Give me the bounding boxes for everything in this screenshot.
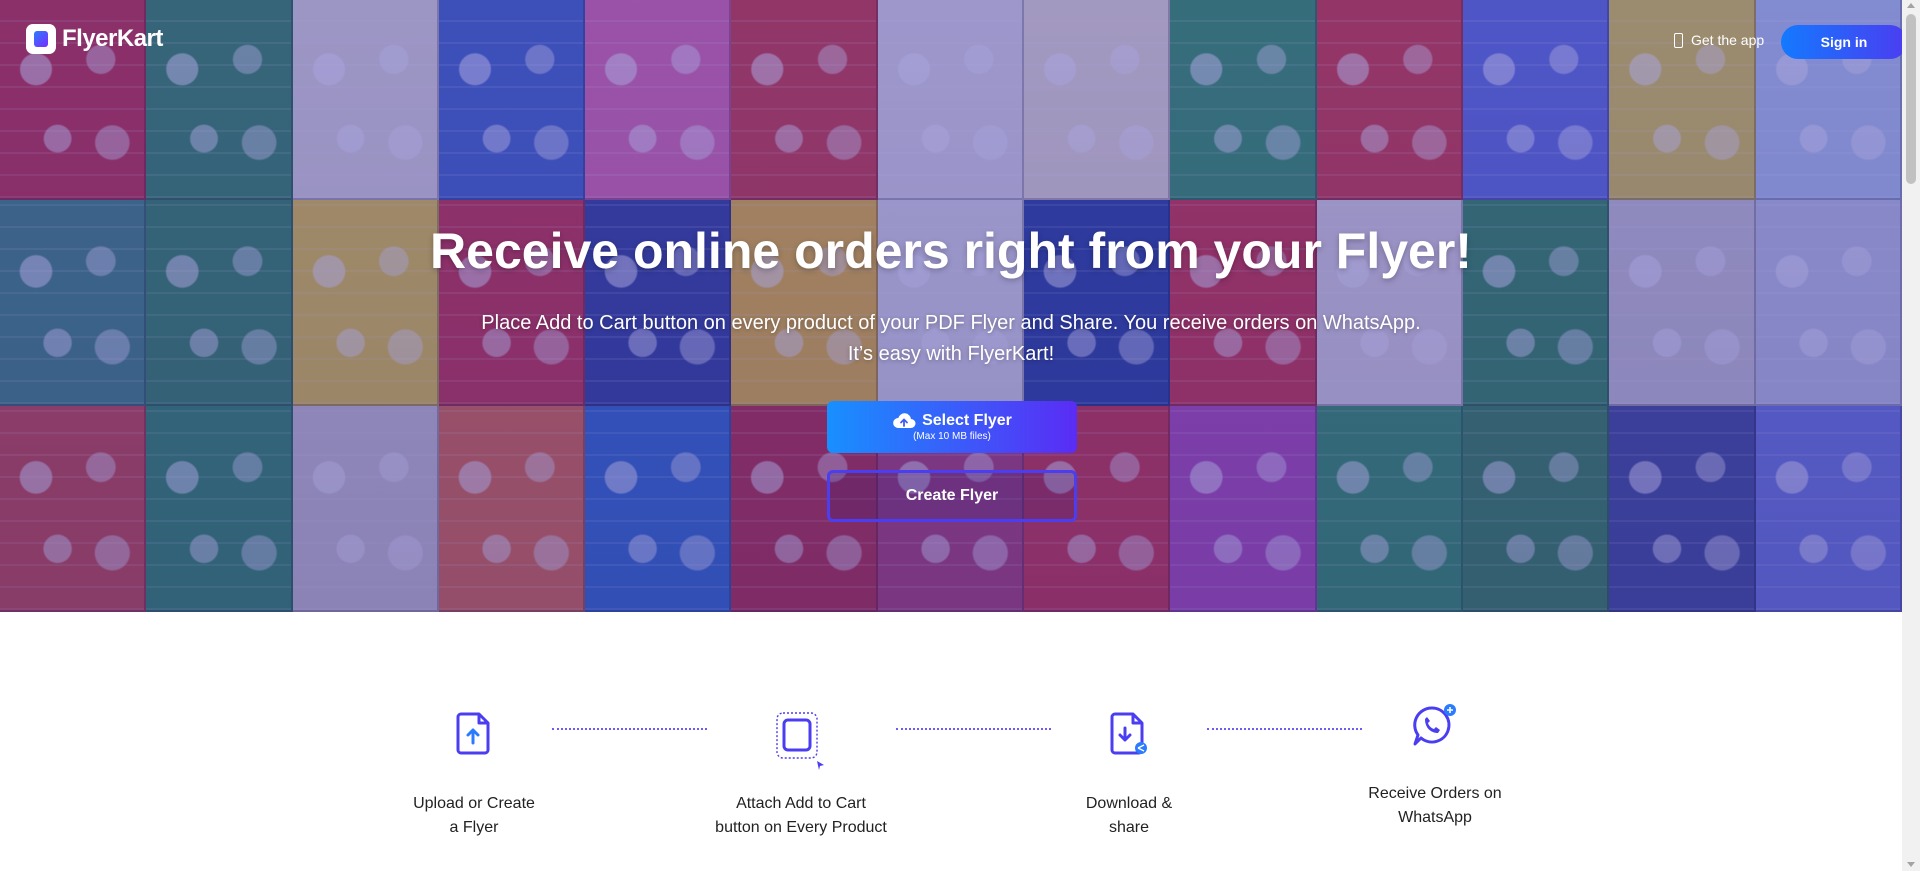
scroll-up-arrow-icon[interactable] bbox=[1907, 3, 1915, 8]
step-1-line2: a Flyer bbox=[449, 819, 499, 836]
hero-subtitle-line1: Place Add to Cart button on every produc… bbox=[481, 312, 1421, 334]
upload-file-icon bbox=[456, 712, 490, 755]
whatsapp-icon bbox=[1413, 704, 1456, 746]
step-3-line1: Download & bbox=[1085, 795, 1173, 812]
step-connector-1 bbox=[552, 728, 707, 730]
brand-logo[interactable]: FlyerKart bbox=[26, 24, 163, 54]
select-flyer-row: Select Flyer bbox=[892, 412, 1012, 430]
logo-text: FlyerKart bbox=[62, 25, 163, 52]
download-share-icon bbox=[1110, 712, 1147, 755]
step-label-attach: Attach Add to Cart button on Every Produ… bbox=[681, 792, 921, 840]
phone-icon bbox=[1674, 32, 1683, 48]
select-cursor-icon bbox=[776, 712, 824, 770]
get-app-link[interactable]: Get the app bbox=[1674, 32, 1764, 48]
step-connector-3 bbox=[1207, 728, 1362, 730]
cloud-upload-icon bbox=[893, 413, 916, 428]
sign-in-button[interactable]: Sign in bbox=[1781, 25, 1902, 59]
create-flyer-button[interactable]: Create Flyer bbox=[827, 470, 1077, 522]
select-flyer-label: Select Flyer bbox=[922, 412, 1012, 429]
scroll-thumb[interactable] bbox=[1906, 14, 1916, 184]
page-scrollbar[interactable] bbox=[1902, 0, 1920, 871]
hero-subtitle-line2: It’s easy with FlyerKart! bbox=[847, 343, 1055, 365]
step-1-line1: Upload or Create bbox=[413, 795, 535, 812]
select-flyer-note: (Max 10 MB files) bbox=[913, 431, 991, 442]
scroll-down-arrow-icon[interactable] bbox=[1907, 862, 1915, 867]
step-2-line1: Attach Add to Cart bbox=[736, 795, 866, 812]
step-connector-2 bbox=[896, 728, 1051, 730]
step-label-upload: Upload or Create a Flyer bbox=[354, 792, 594, 840]
step-label-whatsapp: Receive Orders on WhatsApp bbox=[1315, 782, 1555, 830]
logo-bag-icon bbox=[26, 24, 56, 54]
step-4-line1: Receive Orders on bbox=[1368, 785, 1502, 802]
hero-title: Receive online orders right from your Fl… bbox=[430, 223, 1472, 279]
step-4-line2: WhatsApp bbox=[1398, 809, 1472, 826]
step-2-line2: button on Every Product bbox=[715, 819, 887, 836]
step-3-line2: share bbox=[1108, 819, 1150, 836]
get-app-label: Get the app bbox=[1691, 32, 1765, 48]
hero-section: FlyerKart Get the app Sign in Receive on… bbox=[0, 0, 1902, 612]
select-flyer-button[interactable]: Select Flyer (Max 10 MB files) bbox=[827, 401, 1077, 453]
hero-subtitle: Place Add to Cart button on every produc… bbox=[0, 308, 1902, 370]
step-label-download: Download & share bbox=[1009, 792, 1249, 840]
